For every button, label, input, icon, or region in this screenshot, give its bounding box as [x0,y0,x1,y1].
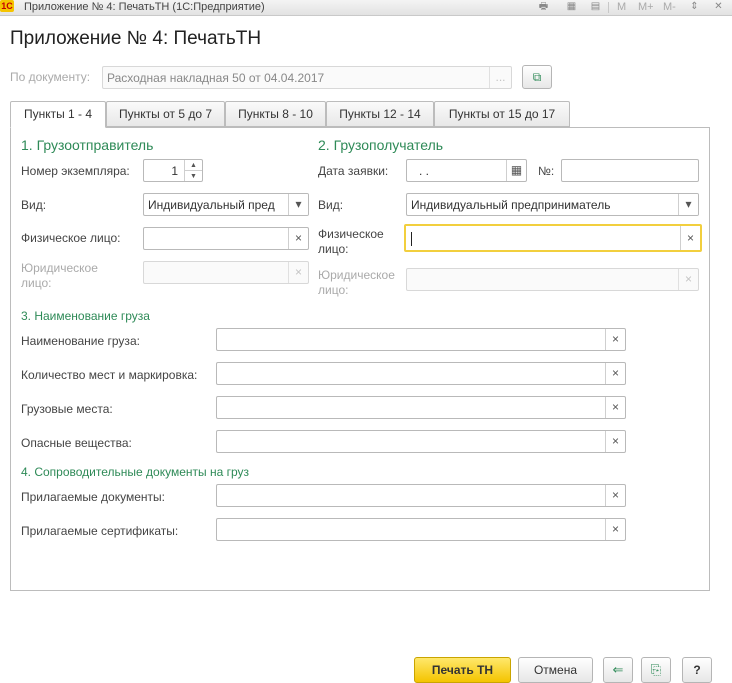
cargo-places-label: Грузовые места: [21,402,113,416]
consignee-person-label: Физическое лицо: [318,227,384,256]
tab-points-12-14[interactable]: Пункты 12 - 14 [326,101,434,127]
cargo-places-marking-label: Количество мест и маркировка: [21,368,198,382]
memory-minus-button[interactable]: M- [663,1,676,13]
cargo-name-field[interactable]: × [216,328,626,351]
shipper-legal-label: Юридическое лицо: [21,261,98,290]
document-select-button[interactable]: ... [489,67,511,88]
attached-certificates-field[interactable]: × [216,518,626,541]
docs-section-title: 4. Сопроводительные документы на груз [21,465,250,479]
shipper-kind-label: Вид: [21,198,47,212]
restore-icon[interactable]: ⇕ [688,1,701,13]
export-document-icon[interactable]: ⎘ [641,657,671,683]
attached-certificates-label: Прилагаемые сертификаты: [21,524,179,538]
shipper-kind-value: Индивидуальный пред [148,198,275,212]
cancel-button[interactable]: Отмена [518,657,593,683]
help-button[interactable]: ? [682,657,712,683]
chevron-down-icon[interactable]: ▾ [678,194,698,215]
print-button[interactable]: Печать ТН [414,657,511,683]
clear-icon[interactable]: × [605,431,625,452]
memory-plus-button[interactable]: M+ [638,1,654,13]
print-icon[interactable]: 🖶 [537,1,550,13]
clear-icon[interactable]: × [288,228,308,249]
memory-m-button[interactable]: M [617,1,626,13]
page-title: Приложение № 4: ПечатьТН [10,28,262,49]
shipper-person-field[interactable]: × [143,227,309,250]
request-number-label: №: [538,164,555,178]
shipper-person-label: Физическое лицо: [21,231,121,245]
open-document-icon[interactable]: ⧉ [522,65,552,89]
cargo-section-title: 3. Наименование груза [21,309,150,323]
request-date-label: Дата заявки: [318,164,389,178]
spin-down-icon[interactable]: ▼ [184,170,202,181]
document-label: По документу: [10,70,91,84]
tab-points-1-4[interactable]: Пункты 1 - 4 [10,101,106,128]
dangerous-goods-label: Опасные вещества: [21,436,132,450]
send-document-icon[interactable]: ⇐ [603,657,633,683]
document-value: Расходная накладная 50 от 04.04.2017 [107,71,325,85]
clear-icon: × [678,269,698,290]
request-date-field[interactable]: . . ▦ [406,159,527,182]
app-logo-icon: 1С [0,0,14,12]
window-title: Приложение № 4: ПечатьТН (1С:Предприятие… [24,1,265,13]
clear-icon[interactable]: × [680,226,700,250]
calendar-icon[interactable]: ▦ [506,160,526,181]
chevron-down-icon[interactable]: ▾ [288,194,308,215]
tab-points-5-7[interactable]: Пункты от 5 до 7 [106,101,225,127]
consignee-kind-label: Вид: [318,198,344,212]
clear-icon[interactable]: × [605,397,625,418]
calculator-icon[interactable]: ▦ [565,1,578,13]
copy-number-value: 1 [171,164,178,178]
request-date-value: . . [419,164,430,178]
tab-points-15-17[interactable]: Пункты от 15 до 17 [434,101,570,127]
clear-icon[interactable]: × [605,485,625,506]
calendar-icon[interactable]: ▤ [589,1,602,13]
attached-documents-field[interactable]: × [216,484,626,507]
clear-icon[interactable]: × [605,519,625,540]
consignee-person-field[interactable]: × [404,224,702,252]
attached-documents-label: Прилагаемые документы: [21,490,165,504]
dangerous-goods-field[interactable]: × [216,430,626,453]
shipper-kind-select[interactable]: Индивидуальный пред ▾ [143,193,309,216]
cargo-places-marking-field[interactable]: × [216,362,626,385]
consignee-kind-value: Индивидуальный предприниматель [411,198,611,212]
text-cursor [411,232,412,246]
request-number-field[interactable] [561,159,699,182]
shipper-section-title: 1. Грузоотправитель [21,137,154,153]
shipper-legal-field: × [143,261,309,284]
copy-number-stepper[interactable]: 1 ▲ ▼ [143,159,203,182]
clear-icon: × [288,262,308,283]
consignee-kind-select[interactable]: Индивидуальный предприниматель ▾ [406,193,699,216]
consignee-legal-label: Юридическое лицо: [318,268,395,297]
toolbar-separator [608,2,609,13]
consignee-section-title: 2. Грузополучатель [318,137,444,153]
cargo-name-label: Наименование груза: [21,334,140,348]
copy-number-label: Номер экземпляра: [21,164,130,178]
tab-points-8-10[interactable]: Пункты 8 - 10 [225,101,326,127]
clear-icon[interactable]: × [605,329,625,350]
clear-icon[interactable]: × [605,363,625,384]
cargo-places-field[interactable]: × [216,396,626,419]
close-window-icon[interactable]: ✕ [712,1,725,13]
document-field: Расходная накладная 50 от 04.04.2017 ... [102,66,512,89]
consignee-legal-field: × [406,268,699,291]
